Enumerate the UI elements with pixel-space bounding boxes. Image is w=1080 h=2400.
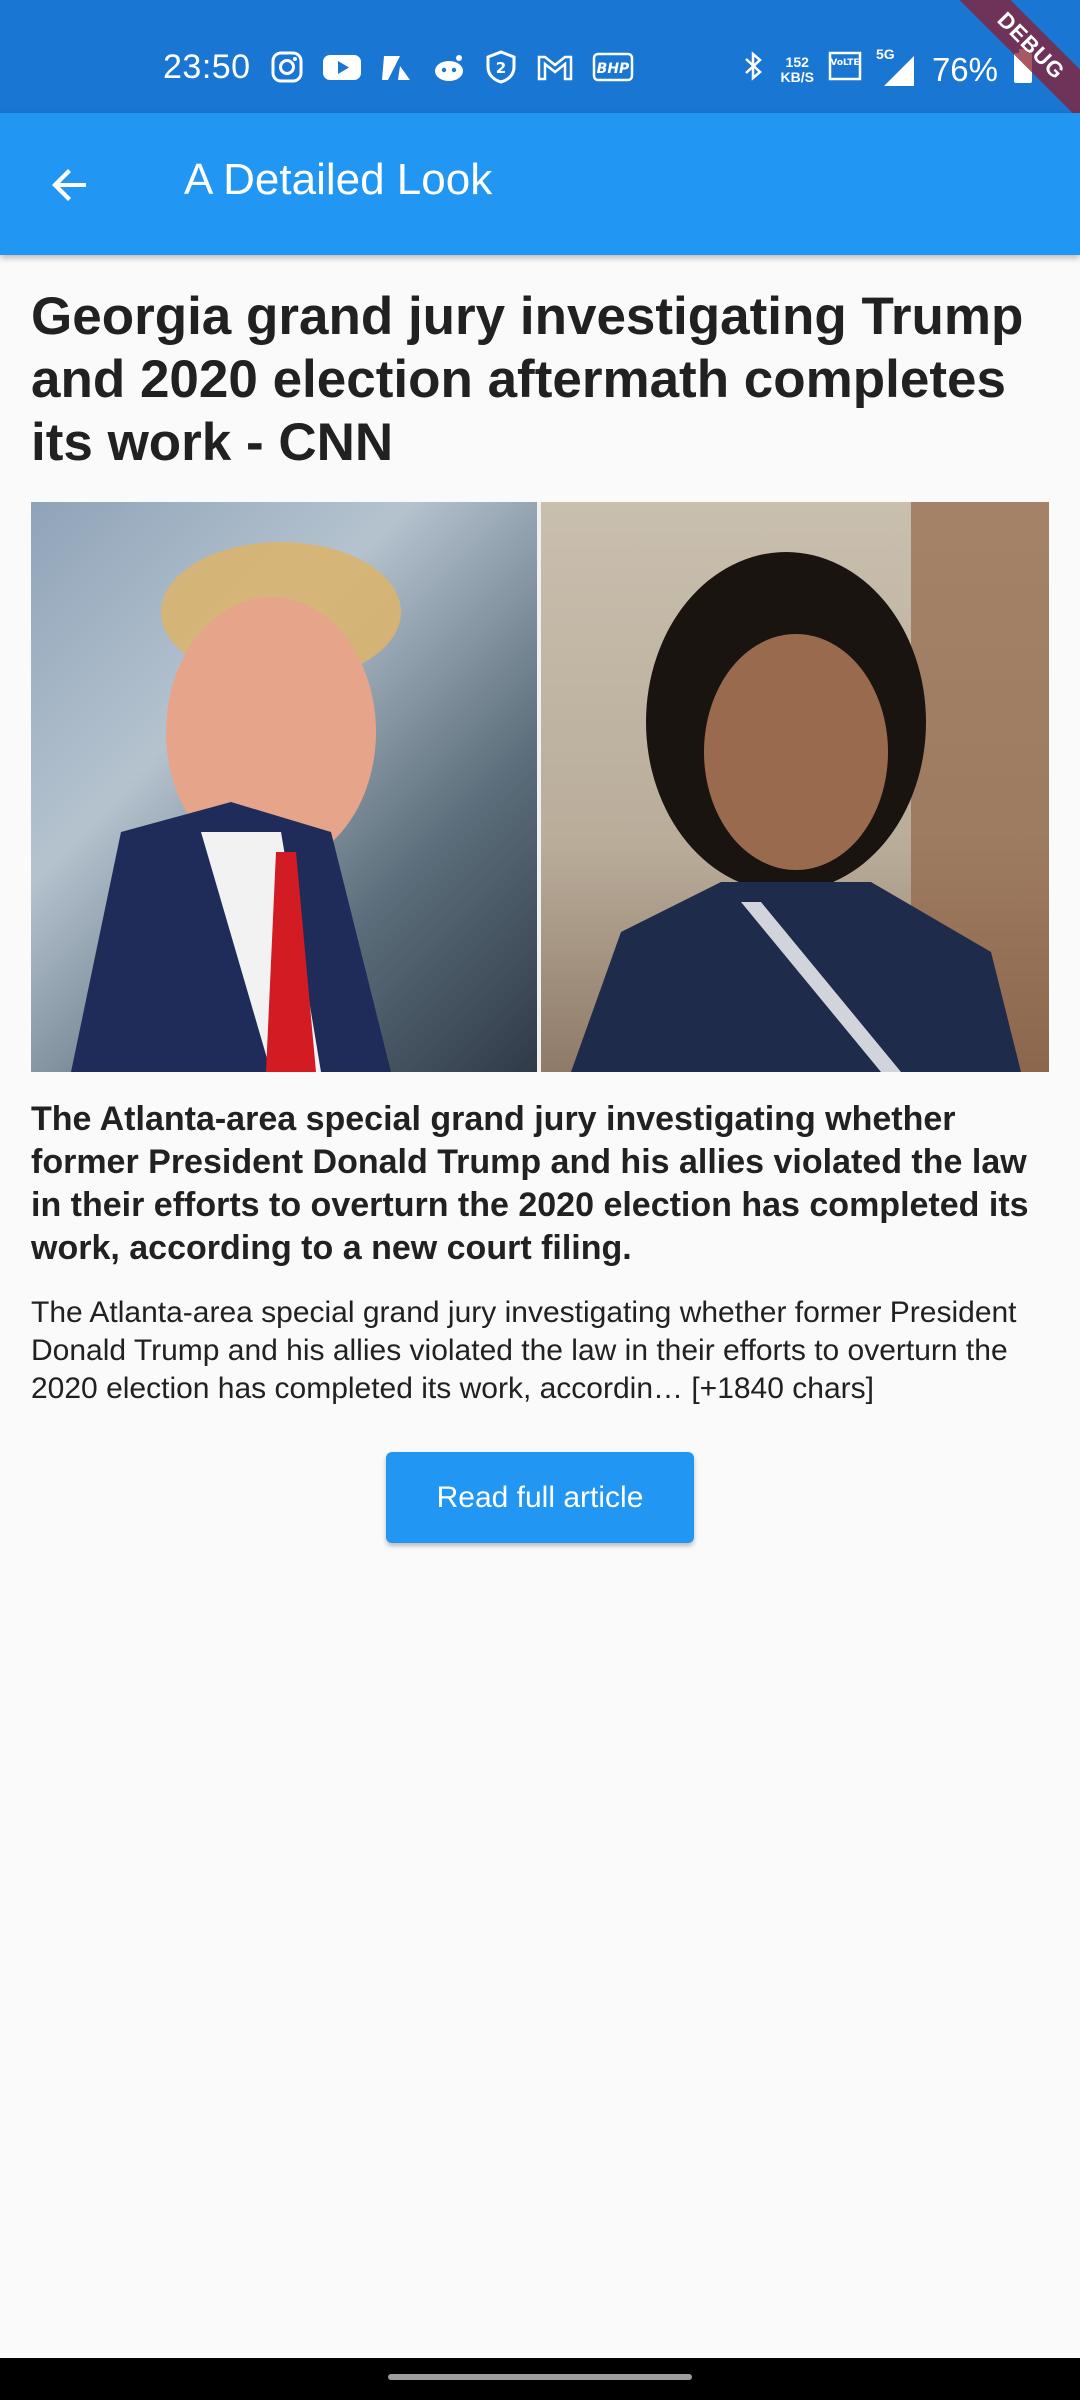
network-speed-value: 152 (785, 54, 809, 70)
article-image (31, 502, 1049, 1072)
page-title: A Detailed Look (184, 155, 493, 204)
network-speed-unit: KB/S (780, 69, 814, 85)
back-button[interactable] (34, 149, 106, 221)
reddit-icon (432, 50, 466, 84)
app-icon (380, 50, 414, 84)
status-time: 23:50 (163, 48, 251, 86)
article-detail: Georgia grand jury investigating Trump a… (31, 285, 1049, 1543)
read-full-article-button[interactable]: Read full article (386, 1452, 694, 1543)
system-navigation-bar (0, 2358, 1080, 2400)
volte-icon: VoLTE (828, 49, 862, 91)
system-icons: 152 KB/S VoLTE 5G 76% (742, 46, 1034, 92)
screen: 23:50 2 BHP 152 KB/S VoLTE 5G 76% DEBUG … (0, 0, 1080, 2400)
notification-icons: 2 BHP (270, 50, 634, 84)
article-content: The Atlanta-area special grand jury inve… (31, 1296, 1017, 1405)
network-speed: 152 KB/S (780, 55, 813, 85)
article-description: The Atlanta-area special grand jury inve… (31, 1100, 1029, 1267)
bhp-icon: BHP (592, 50, 634, 84)
shield-icon: 2 (484, 50, 518, 84)
arrow-back-icon (52, 169, 86, 201)
article-image-left-photo (31, 502, 537, 1072)
battery-percent: 76% (931, 51, 998, 88)
svg-text:VoLTE: VoLTE (830, 58, 859, 68)
bluetooth-icon (742, 49, 766, 91)
article-image-right-photo (541, 502, 1049, 1072)
gesture-handle[interactable] (388, 2374, 692, 2380)
status-bar: 23:50 2 BHP 152 KB/S VoLTE 5G 76% DEBUG (0, 0, 1080, 126)
article-title: Georgia grand jury investigating Trump a… (31, 287, 1024, 472)
app-bar: A Detailed Look (0, 113, 1080, 255)
gmail-icon (536, 50, 574, 84)
svg-text:BHP: BHP (597, 61, 630, 77)
svg-text:2: 2 (496, 59, 506, 77)
youtube-icon (322, 50, 362, 84)
instagram-icon (270, 50, 304, 84)
signal-icon: 5G (876, 46, 918, 88)
